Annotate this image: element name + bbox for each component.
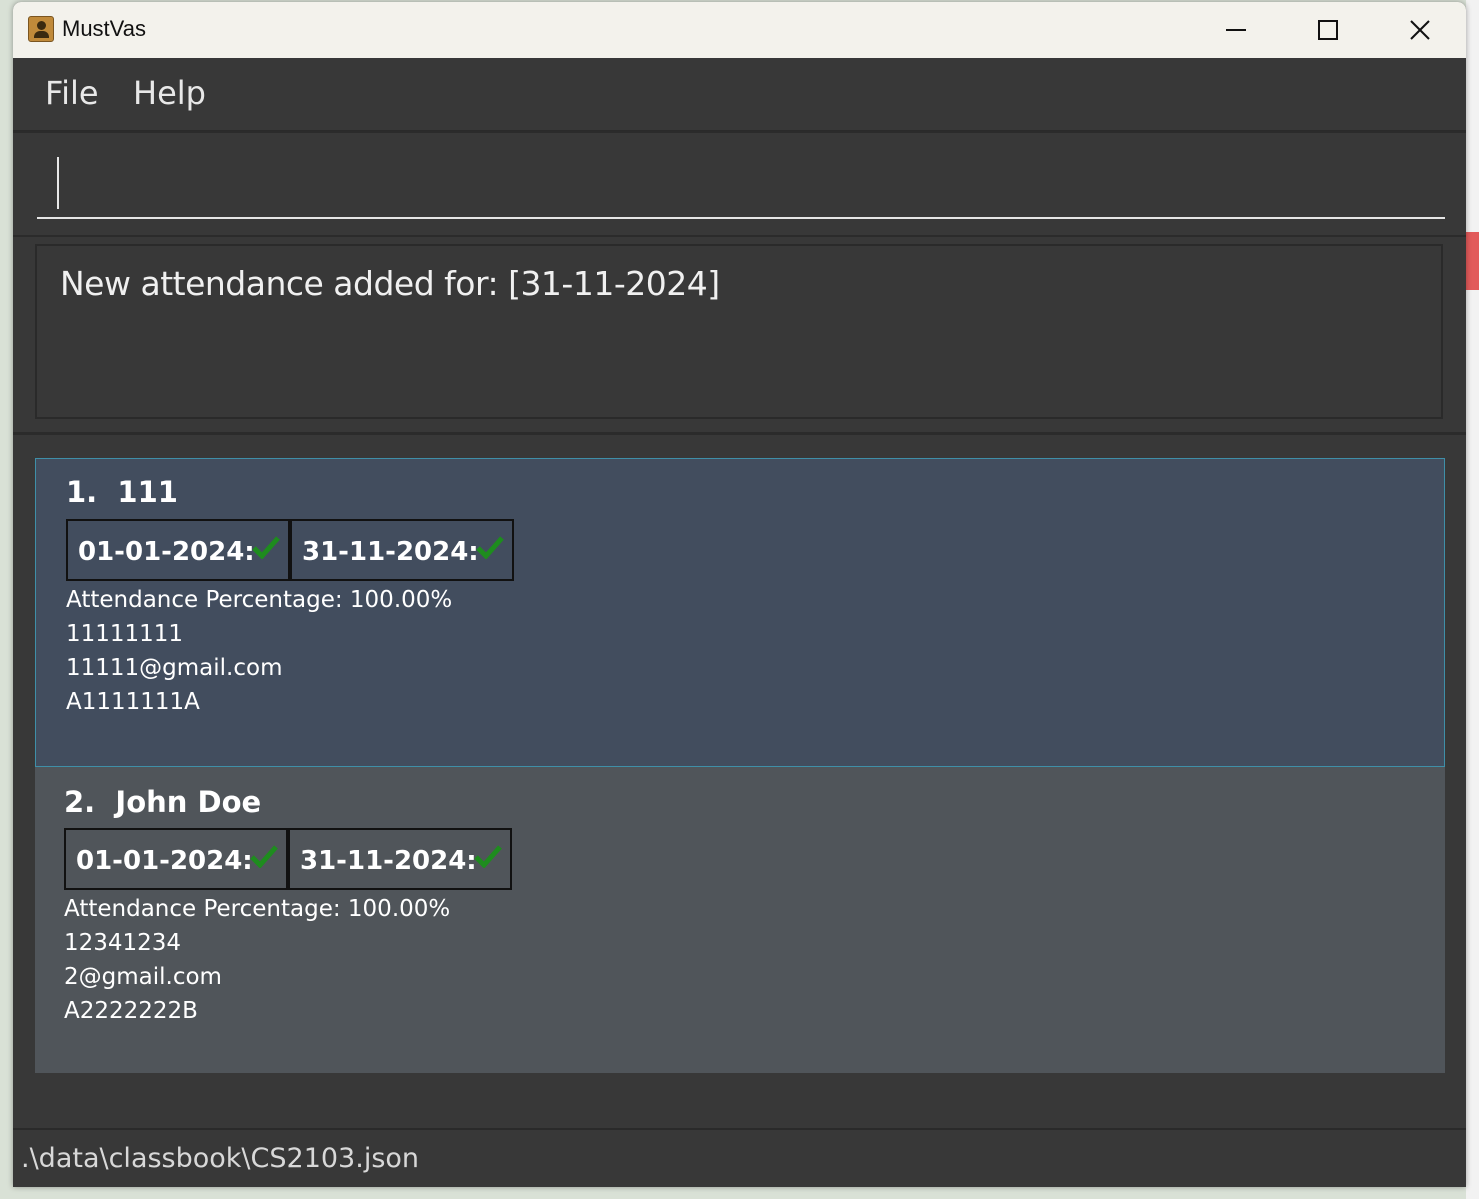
person-name: John Doe [115,785,262,819]
menu-file[interactable]: File [45,74,99,112]
maximize-button[interactable] [1282,2,1374,58]
attendance-tag: 31-11-2024: [288,828,512,890]
attendance-date: 01-01-2024: [78,537,255,567]
command-box [13,131,1466,237]
person-name-line: 1. 111 [66,475,178,509]
attendance-tag: 01-01-2024: [66,519,290,581]
student-id: A2222222B [64,998,198,1024]
address-book-icon [28,16,54,42]
minimize-button[interactable] [1190,2,1282,58]
minimize-icon [1226,29,1246,31]
result-message: New attendance added for: [31-11-2024] [60,264,720,303]
save-file-path: .\data\classbook\CS2103.json [21,1143,420,1174]
attendance-tag: 31-11-2024: [290,519,514,581]
close-icon [1410,20,1430,40]
attendance-date: 01-01-2024: [76,846,253,876]
person-list[interactable]: 1. 111 01-01-2024: 31-11-2024: Attendanc… [13,432,1466,1131]
attendance-date: 31-11-2024: [302,537,479,567]
desktop-background-accent [1466,232,1479,290]
checkmark-icon [474,845,502,868]
student-id: A1111111A [66,689,200,715]
attendance-tags: 01-01-2024: 31-11-2024: [64,828,512,890]
close-button[interactable] [1374,2,1466,58]
person-index: 2. [64,785,96,819]
menu-bar: File Help [13,58,1466,131]
phone-number: 11111111 [66,621,184,647]
person-name-line: 2. John Doe [64,785,261,819]
checkmark-icon [476,536,504,559]
app-window: MustVas File Help New attendance added f… [13,2,1466,1187]
person-name: 111 [117,475,178,509]
maximize-icon [1318,20,1338,40]
checkmark-icon [250,845,278,868]
result-display: New attendance added for: [31-11-2024] [35,244,1443,419]
status-bar: .\data\classbook\CS2103.json [13,1128,1466,1187]
text-caret [57,157,59,209]
command-input[interactable] [37,145,1445,219]
desktop-background [1466,0,1479,1199]
phone-number: 12341234 [64,930,182,956]
menu-help[interactable]: Help [133,74,206,112]
person-card[interactable]: 2. John Doe 01-01-2024: 31-11-2024: Atte… [35,767,1445,1073]
attendance-percentage: Attendance Percentage: 100.00% [66,587,453,613]
checkmark-icon [252,536,280,559]
person-card[interactable]: 1. 111 01-01-2024: 31-11-2024: Attendanc… [35,458,1445,767]
email-address: 2@gmail.com [64,964,222,990]
email-address: 11111@gmail.com [66,655,283,681]
person-index: 1. [66,475,98,509]
attendance-percentage: Attendance Percentage: 100.00% [64,896,451,922]
title-bar: MustVas [13,2,1466,58]
attendance-tag: 01-01-2024: [64,828,288,890]
window-title: MustVas [62,16,146,41]
attendance-date: 31-11-2024: [300,846,477,876]
attendance-tags: 01-01-2024: 31-11-2024: [66,519,514,581]
